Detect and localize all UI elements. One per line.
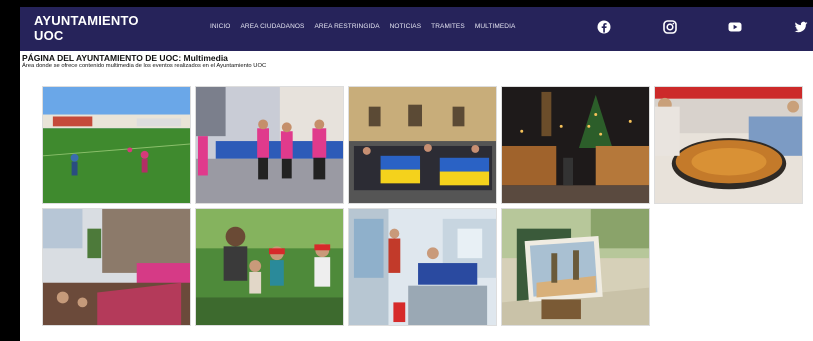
youtube-icon[interactable] [727, 19, 743, 35]
social-links [20, 19, 813, 39]
gallery-photo-ambulance-interior[interactable] [348, 208, 497, 326]
gallery-photo-children-garden[interactable] [195, 208, 344, 326]
gallery-photo-running-race[interactable] [195, 86, 344, 204]
gallery-photo-soccer-match[interactable] [42, 86, 191, 204]
gallery-photo-street-parade[interactable] [42, 208, 191, 326]
page-title: PÁGINA DEL AYUNTAMIENTO DE UOC: Multimed… [22, 53, 228, 63]
instagram-icon[interactable] [662, 19, 678, 35]
gallery-photo-ukraine-flags[interactable] [348, 86, 497, 204]
browser-page: AYUNTAMIENTO UOC INICIO AREA CIUDADANOS … [20, 7, 813, 341]
top-navbar: AYUNTAMIENTO UOC INICIO AREA CIUDADANOS … [20, 7, 813, 51]
facebook-icon[interactable] [596, 19, 612, 35]
gallery-photo-christmas-market[interactable] [501, 86, 650, 204]
page-description: Área donde se ofrece contenido multimedi… [22, 63, 267, 69]
gallery-photo-painting-park[interactable] [501, 208, 650, 326]
gallery-photo-paella-cooking[interactable] [654, 86, 803, 204]
twitter-icon[interactable] [793, 19, 809, 35]
